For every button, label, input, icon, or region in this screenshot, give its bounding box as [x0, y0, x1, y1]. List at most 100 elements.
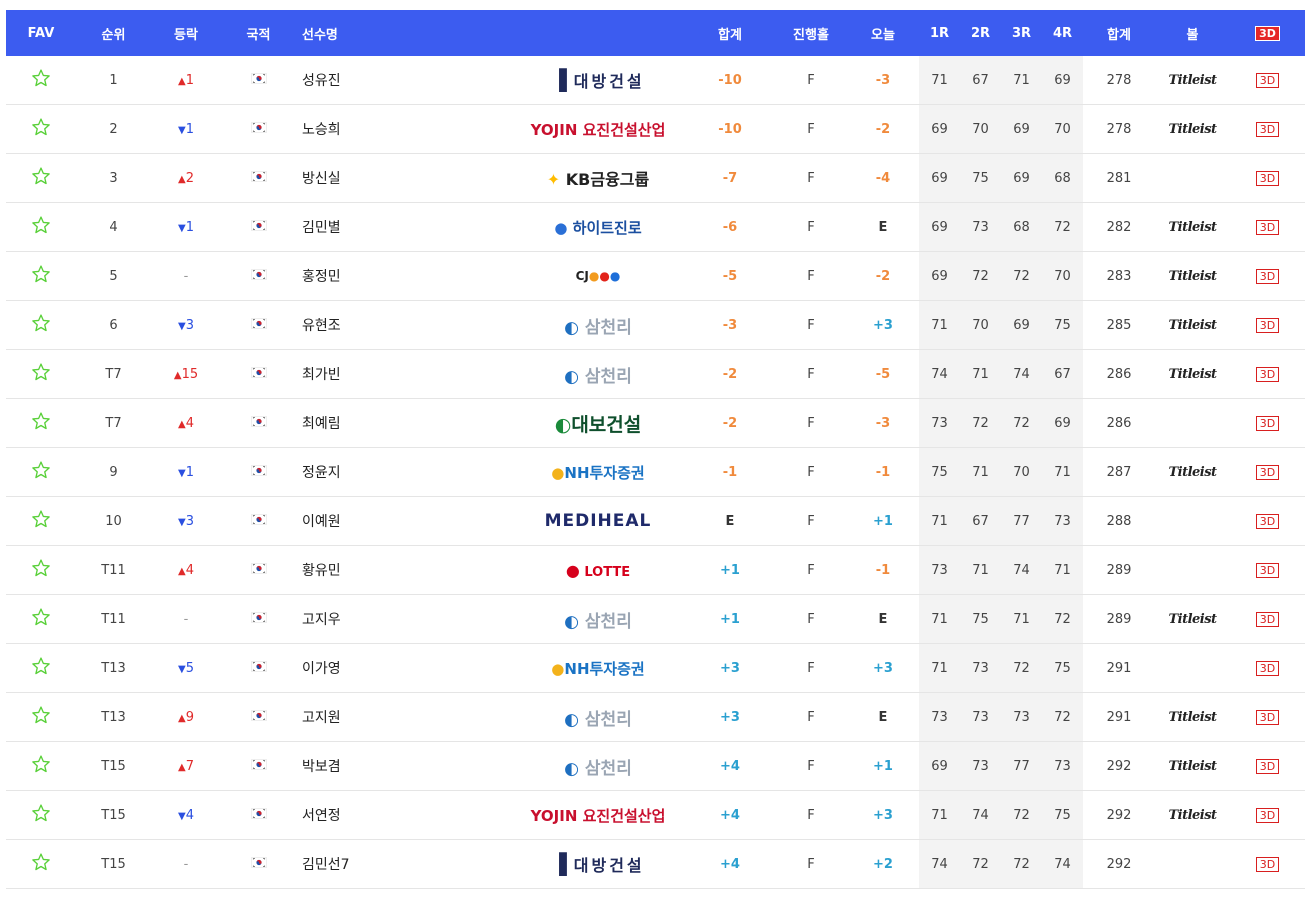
sponsor-cell: ✦ KB금융그룹: [511, 153, 685, 203]
player-name[interactable]: 노승희: [296, 104, 511, 154]
korea-flag-icon: [250, 856, 267, 868]
view-3d-button[interactable]: 3D: [1255, 317, 1280, 333]
favorite-star-icon[interactable]: [31, 166, 51, 186]
nationality-cell: [221, 153, 296, 203]
round1-cell: 74: [919, 349, 960, 399]
movement-cell: ▼3: [151, 300, 221, 350]
round3-cell: 74: [1001, 545, 1042, 595]
total-strokes-cell: 282: [1083, 202, 1155, 252]
view-3d-button[interactable]: 3D: [1255, 856, 1280, 872]
round3-cell: 69: [1001, 153, 1042, 203]
sponsor-logo-nh: ●NH투자증권: [551, 463, 645, 482]
player-name[interactable]: 최가빈: [296, 349, 511, 399]
table-row[interactable]: T11- 고지우 ◐ 삼천리 +1 F E 71 75 71 72 289 Titleist 3D: [6, 594, 1305, 644]
favorite-star-icon[interactable]: [31, 362, 51, 382]
round3-cell: 77: [1001, 741, 1042, 791]
table-row[interactable]: T15- 김민선7 ▐ 대방건설 +4 F +2 74 72 72 74 292 3D: [6, 839, 1305, 889]
favorite-star-icon[interactable]: [31, 264, 51, 284]
total-to-par-cell: -2: [685, 349, 775, 399]
favorite-star-icon[interactable]: [31, 411, 51, 431]
table-row[interactable]: 2 ▼1 노승희 YOJIN 요진건설산업 -10 F -2 69 70 69 70 278 Title…: [6, 104, 1305, 154]
player-name[interactable]: 홍정민: [296, 251, 511, 301]
movement-down: ▼1: [178, 220, 194, 235]
table-row[interactable]: 5- 홍정민 CJ●●● -5 F -2 69 72 72 70 283 Titleist 3D: [6, 251, 1305, 301]
total-strokes-cell: 286: [1083, 349, 1155, 399]
favorite-star-icon[interactable]: [31, 656, 51, 676]
view3d-cell: 3D: [1230, 56, 1305, 105]
ball-cell: Titleist: [1155, 790, 1230, 840]
player-name[interactable]: 이예원: [296, 496, 511, 546]
sponsor-cell: ◐ 삼천리: [511, 692, 685, 742]
table-row[interactable]: T13 ▼5 이가영 ●NH투자증권 +3 F +3 71 73 72 75 291 3D: [6, 643, 1305, 693]
fav-cell: [6, 202, 76, 252]
player-name[interactable]: 황유민: [296, 545, 511, 595]
nationality-cell: [221, 839, 296, 889]
favorite-star-icon[interactable]: [31, 313, 51, 333]
favorite-star-icon[interactable]: [31, 68, 51, 88]
view-3d-button[interactable]: 3D: [1255, 562, 1280, 578]
movement-up: ▲2: [178, 171, 194, 186]
ball-cell: Titleist: [1155, 447, 1230, 497]
table-row[interactable]: 9 ▼1 정윤지 ●NH투자증권 -1 F -1 75 71 70 71 287 Titleist 3D: [6, 447, 1305, 497]
player-name[interactable]: 고지우: [296, 594, 511, 644]
table-row[interactable]: 3 ▲2 방신실 ✦ KB금융그룹 -7 F -4 69 75 69 68 281 3D: [6, 153, 1305, 203]
player-name[interactable]: 김민선7: [296, 839, 511, 889]
table-row[interactable]: T7 ▲15 최가빈 ◐ 삼천리 -2 F -5 74 71 74 67 286 Titleist 3D: [6, 349, 1305, 399]
view-3d-button[interactable]: 3D: [1255, 366, 1280, 382]
favorite-star-icon[interactable]: [31, 117, 51, 137]
table-row[interactable]: 10 ▼3 이예원 MEDIHEAL E F +1 71 67 77 73 288 3D: [6, 496, 1305, 546]
table-row[interactable]: T15 ▲7 박보겸 ◐ 삼천리 +4 F +1 69 73 77 73 292 Titleist 3D: [6, 741, 1305, 791]
view-3d-button[interactable]: 3D: [1255, 121, 1280, 137]
total-to-par-cell: +4: [685, 839, 775, 889]
total-strokes-cell: 286: [1083, 398, 1155, 448]
table-row[interactable]: 4 ▼1 김민별 ● 하이트진로 -6 F E 69 73 68 72 282 Titleist 3D: [6, 202, 1305, 252]
favorite-star-icon[interactable]: [31, 558, 51, 578]
favorite-star-icon[interactable]: [31, 460, 51, 480]
player-name[interactable]: 최예림: [296, 398, 511, 448]
view-3d-button[interactable]: 3D: [1255, 660, 1280, 676]
view-3d-button[interactable]: 3D: [1255, 709, 1280, 725]
view-3d-button[interactable]: 3D: [1255, 807, 1280, 823]
table-row[interactable]: 6 ▼3 유현조 ◐ 삼천리 -3 F +3 71 70 69 75 285 Titleist 3D: [6, 300, 1305, 350]
table-row[interactable]: T7 ▲4 최예림 ◐대보건설 -2 F -3 73 72 72 69 286 3D: [6, 398, 1305, 448]
view-3d-button[interactable]: 3D: [1255, 170, 1280, 186]
player-name[interactable]: 이가영: [296, 643, 511, 693]
view-3d-button[interactable]: 3D: [1255, 72, 1280, 88]
ball-brand-logo: Titleist: [1168, 317, 1217, 333]
arrow-up-icon: ▲: [178, 712, 186, 724]
favorite-star-icon[interactable]: [31, 215, 51, 235]
view-3d-button[interactable]: 3D: [1255, 268, 1280, 284]
view-3d-button[interactable]: 3D: [1255, 611, 1280, 627]
view-3d-button[interactable]: 3D: [1255, 415, 1280, 431]
view-3d-button[interactable]: 3D: [1255, 513, 1280, 529]
favorite-star-icon[interactable]: [31, 754, 51, 774]
favorite-star-icon[interactable]: [31, 803, 51, 823]
favorite-star-icon[interactable]: [31, 509, 51, 529]
favorite-star-icon[interactable]: [31, 852, 51, 872]
table-row[interactable]: T15 ▼4 서연정 YOJIN 요진건설산업 +4 F +3 71 74 72 75 292 Titl…: [6, 790, 1305, 840]
table-row[interactable]: T13 ▲9 고지원 ◐ 삼천리 +3 F E 73 73 73 72 291 Titleist 3D: [6, 692, 1305, 742]
rank-cell: 9: [76, 447, 151, 497]
table-row[interactable]: T11 ▲4 황유민 ● LOTTE +1 F -1 73 71 74 71 289 3D: [6, 545, 1305, 595]
total-to-par-cell: -6: [685, 202, 775, 252]
view-3d-button[interactable]: 3D: [1255, 758, 1280, 774]
player-name[interactable]: 고지원: [296, 692, 511, 742]
table-row[interactable]: 1 ▲1 성유진 ▐ 대방건설 -10 F -3 71 67 71 69 278 Titleist 3D: [6, 56, 1305, 105]
view-3d-button[interactable]: 3D: [1255, 464, 1280, 480]
favorite-star-icon[interactable]: [31, 705, 51, 725]
header-row: FAV 순위 등락 국적 선수명 합계 진행홀 오늘 1R 2R 3R 4R 합…: [6, 10, 1305, 56]
favorite-star-icon[interactable]: [31, 607, 51, 627]
today-cell: +1: [847, 496, 919, 546]
player-name[interactable]: 서연정: [296, 790, 511, 840]
player-name[interactable]: 성유진: [296, 56, 511, 105]
player-name[interactable]: 방신실: [296, 153, 511, 203]
player-name[interactable]: 유현조: [296, 300, 511, 350]
view-3d-button[interactable]: 3D: [1255, 219, 1280, 235]
player-name[interactable]: 정윤지: [296, 447, 511, 497]
nationality-cell: [221, 545, 296, 595]
round4-cell: 73: [1042, 496, 1083, 546]
fav-cell: [6, 349, 76, 399]
player-name[interactable]: 박보겸: [296, 741, 511, 791]
player-name[interactable]: 김민별: [296, 202, 511, 252]
sponsor-cell: ●NH투자증권: [511, 643, 685, 693]
